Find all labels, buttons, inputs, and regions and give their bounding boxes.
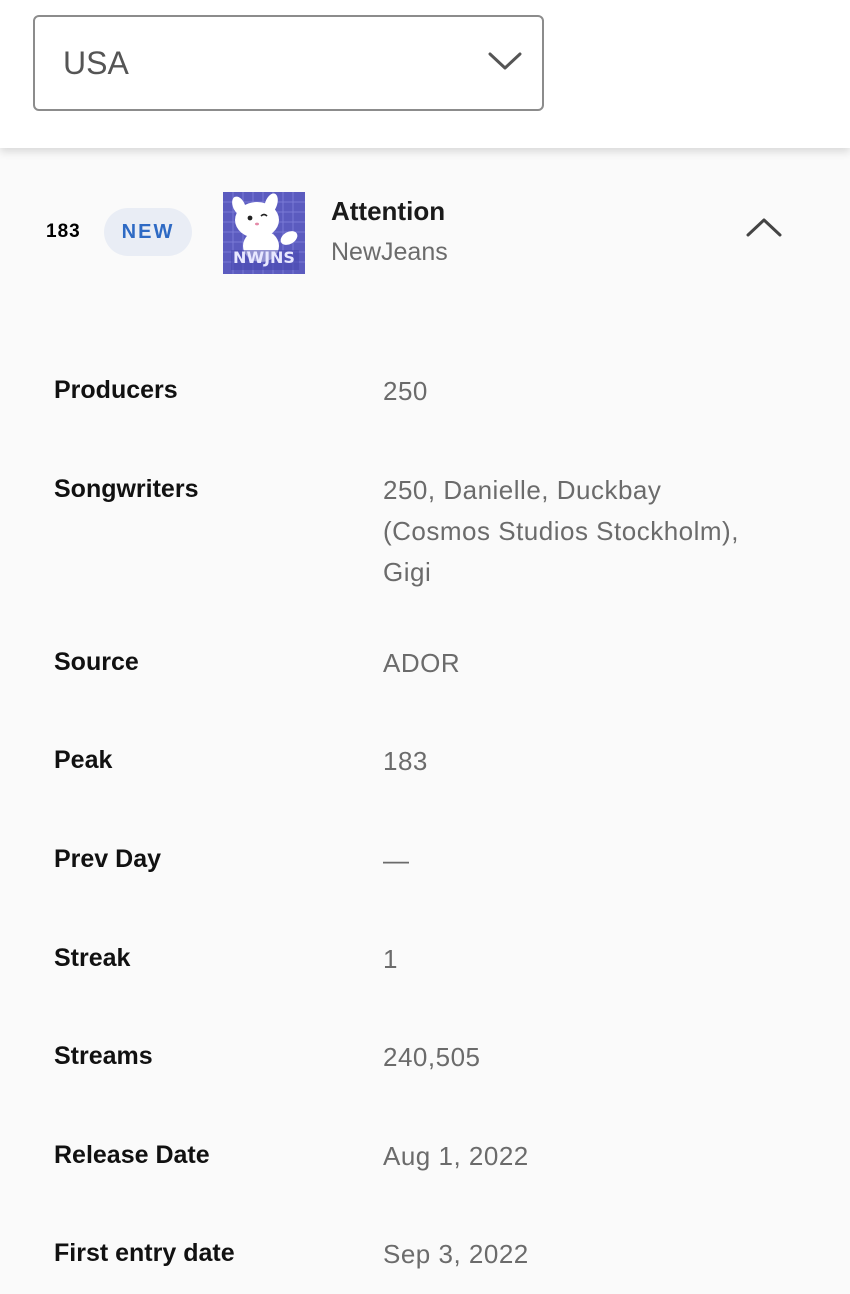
detail-value-producers: 250 [383, 376, 428, 406]
album-cover-text: NWJNS [233, 248, 295, 267]
country-select-value: USA [63, 45, 129, 81]
new-badge: NEW [104, 208, 192, 256]
detail-value-prev-day: — [383, 845, 410, 875]
detail-label-streak: Streak [54, 944, 131, 972]
detail-label-release-date: Release Date [54, 1141, 210, 1169]
chevron-down-icon [488, 51, 522, 76]
song-title[interactable]: Attention [331, 196, 445, 227]
top-bar: USA [0, 0, 850, 148]
detail-value-release-date: Aug 1, 2022 [383, 1141, 529, 1171]
detail-value-songwriters: 250, Danielle, Duckbay (Cosmos Studios S… [383, 475, 739, 587]
detail-value-streams: 240,505 [383, 1042, 481, 1072]
chevron-up-icon[interactable] [745, 216, 783, 243]
detail-value-first-entry-date: Sep 3, 2022 [383, 1239, 529, 1269]
artist-name[interactable]: NewJeans [331, 238, 448, 267]
detail-label-producers: Producers [54, 376, 178, 404]
country-select[interactable]: USA [33, 15, 544, 111]
detail-label-first-entry-date: First entry date [54, 1239, 235, 1267]
detail-label-peak: Peak [54, 746, 113, 774]
detail-label-songwriters: Songwriters [54, 475, 199, 503]
detail-label-source: Source [54, 648, 139, 676]
detail-value-streak: 1 [383, 944, 398, 974]
detail-label-streams: Streams [54, 1042, 153, 1070]
detail-label-prev-day: Prev Day [54, 845, 162, 873]
chart-rank: 183 [46, 221, 81, 242]
detail-value-source: ADOR [383, 648, 461, 678]
detail-value-peak: 183 [383, 746, 428, 776]
album-cover: NWJNS [223, 192, 305, 274]
